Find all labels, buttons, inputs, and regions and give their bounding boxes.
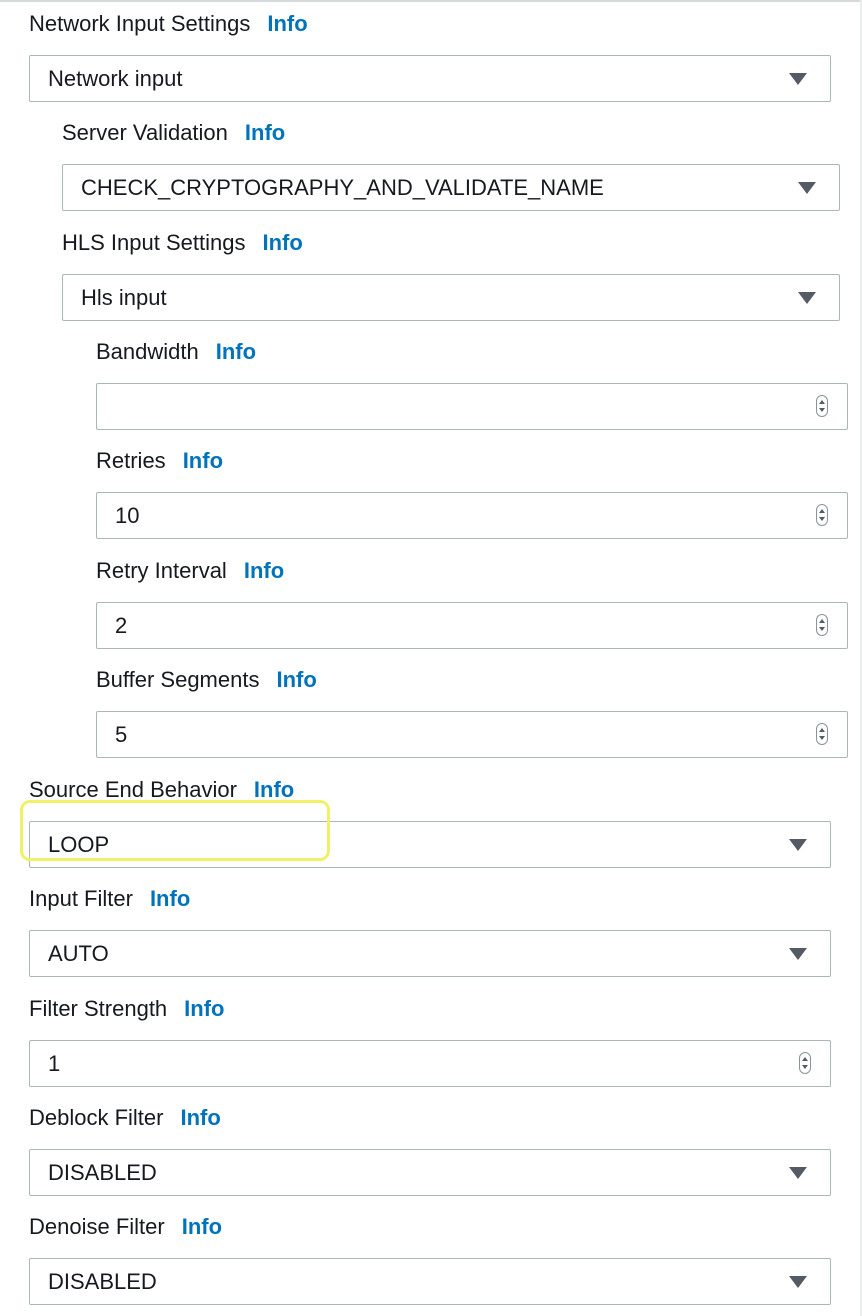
filter-strength-label: Filter Strength: [29, 996, 168, 1021]
deblock-filter-label-row: Deblock Filter Info: [29, 1103, 831, 1133]
caret-down-icon: [789, 838, 807, 851]
retries-value: 10: [115, 502, 140, 528]
retry-interval-field: Retry Interval Info 2: [96, 556, 848, 649]
input-filter-field: Input Filter Info AUTO: [29, 884, 831, 977]
retries-label-row: Retries Info: [96, 446, 848, 476]
source-end-behavior-field: Source End Behavior Info LOOP: [29, 775, 831, 868]
network-input-settings-label-row: Network Input Settings Info: [29, 9, 831, 39]
hls-input-settings-info-link[interactable]: Info: [262, 228, 302, 258]
filter-strength-value: 1: [48, 1050, 61, 1076]
denoise-filter-select[interactable]: DISABLED: [29, 1258, 831, 1305]
input-filter-value: AUTO: [48, 940, 109, 966]
bandwidth-label-row: Bandwidth Info: [96, 337, 848, 367]
network-input-settings-value: Network input: [48, 65, 183, 91]
caret-down-icon: [789, 1275, 807, 1288]
caret-down-icon: [798, 181, 816, 194]
input-filter-label: Input Filter: [29, 886, 133, 911]
network-input-settings-select[interactable]: Network input: [29, 55, 831, 102]
number-spinner-icon[interactable]: [816, 722, 828, 745]
denoise-filter-field: Denoise Filter Info DISABLED: [29, 1212, 831, 1305]
buffer-segments-label: Buffer Segments: [96, 667, 260, 692]
bandwidth-input[interactable]: [96, 383, 848, 430]
retry-interval-value: 2: [115, 612, 128, 638]
retry-interval-info-link[interactable]: Info: [244, 556, 284, 586]
hls-input-settings-label-row: HLS Input Settings Info: [62, 228, 840, 258]
denoise-filter-info-link[interactable]: Info: [182, 1212, 222, 1242]
bandwidth-field: Bandwidth Info: [96, 337, 848, 430]
source-end-behavior-label: Source End Behavior: [29, 777, 237, 802]
filter-strength-label-row: Filter Strength Info: [29, 994, 831, 1024]
buffer-segments-value: 5: [115, 721, 128, 747]
retry-interval-label: Retry Interval: [96, 558, 227, 583]
denoise-filter-label: Denoise Filter: [29, 1214, 165, 1239]
source-end-behavior-select[interactable]: LOOP: [29, 821, 831, 868]
hls-input-settings-value: Hls input: [81, 284, 167, 310]
input-filter-select[interactable]: AUTO: [29, 930, 831, 977]
bandwidth-label: Bandwidth: [96, 339, 199, 364]
filter-strength-input[interactable]: 1: [29, 1040, 831, 1087]
source-end-behavior-info-link[interactable]: Info: [254, 775, 294, 805]
server-validation-label-row: Server Validation Info: [62, 118, 840, 148]
retries-field: Retries Info 10: [96, 446, 848, 539]
number-spinner-icon[interactable]: [799, 1051, 811, 1074]
buffer-segments-field: Buffer Segments Info 5: [96, 665, 848, 758]
filter-strength-info-link[interactable]: Info: [184, 994, 224, 1024]
number-spinner-icon[interactable]: [816, 503, 828, 526]
number-spinner-icon[interactable]: [816, 394, 828, 417]
deblock-filter-select[interactable]: DISABLED: [29, 1149, 831, 1196]
bandwidth-info-link[interactable]: Info: [216, 337, 256, 367]
source-end-behavior-label-row: Source End Behavior Info: [29, 775, 831, 805]
hls-input-settings-field: HLS Input Settings Info Hls input: [62, 228, 840, 321]
retries-input[interactable]: 10: [96, 492, 848, 539]
number-spinner-icon[interactable]: [816, 613, 828, 636]
retry-interval-input[interactable]: 2: [96, 602, 848, 649]
top-divider: [0, 0, 862, 2]
deblock-filter-info-link[interactable]: Info: [180, 1103, 220, 1133]
network-input-settings-field: Network Input Settings Info Network inpu…: [29, 9, 831, 102]
caret-down-icon: [789, 72, 807, 85]
hls-input-settings-select[interactable]: Hls input: [62, 274, 840, 321]
server-validation-info-link[interactable]: Info: [245, 118, 285, 148]
retry-interval-label-row: Retry Interval Info: [96, 556, 848, 586]
network-input-settings-info-link[interactable]: Info: [267, 9, 307, 39]
caret-down-icon: [789, 947, 807, 960]
retries-label: Retries: [96, 448, 166, 473]
server-validation-select[interactable]: CHECK_CRYPTOGRAPHY_AND_VALIDATE_NAME: [62, 164, 840, 211]
filter-strength-field: Filter Strength Info 1: [29, 994, 831, 1087]
hls-input-settings-label: HLS Input Settings: [62, 230, 246, 255]
network-input-settings-label: Network Input Settings: [29, 11, 251, 36]
server-validation-field: Server Validation Info CHECK_CRYPTOGRAPH…: [62, 118, 840, 211]
caret-down-icon: [789, 1166, 807, 1179]
deblock-filter-field: Deblock Filter Info DISABLED: [29, 1103, 831, 1196]
buffer-segments-input[interactable]: 5: [96, 711, 848, 758]
source-end-behavior-value: LOOP: [48, 831, 110, 857]
deblock-filter-value: DISABLED: [48, 1159, 157, 1185]
server-validation-label: Server Validation: [62, 120, 228, 145]
input-filter-label-row: Input Filter Info: [29, 884, 831, 914]
buffer-segments-label-row: Buffer Segments Info: [96, 665, 848, 695]
denoise-filter-value: DISABLED: [48, 1268, 157, 1294]
retries-info-link[interactable]: Info: [183, 446, 223, 476]
buffer-segments-info-link[interactable]: Info: [276, 665, 316, 695]
denoise-filter-label-row: Denoise Filter Info: [29, 1212, 831, 1242]
input-filter-info-link[interactable]: Info: [150, 884, 190, 914]
deblock-filter-label: Deblock Filter: [29, 1105, 164, 1130]
server-validation-value: CHECK_CRYPTOGRAPHY_AND_VALIDATE_NAME: [81, 174, 604, 200]
caret-down-icon: [798, 291, 816, 304]
